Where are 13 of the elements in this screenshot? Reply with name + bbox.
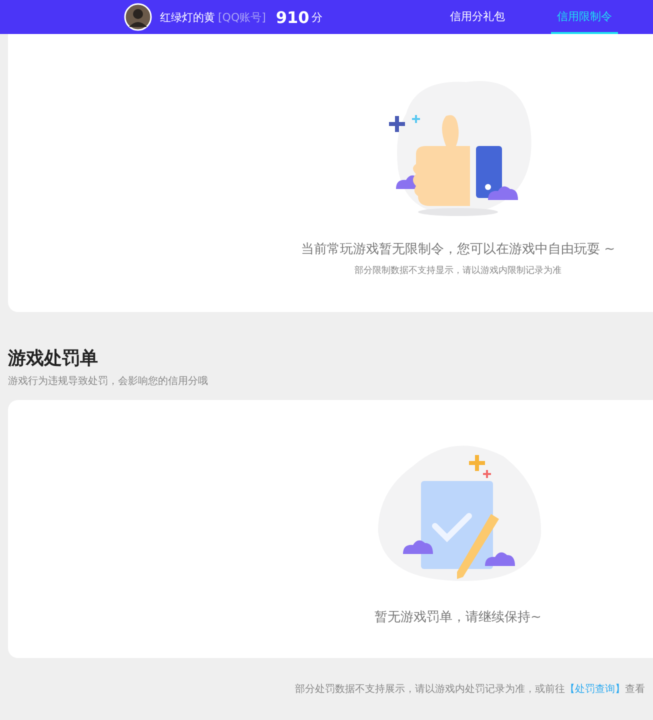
user-name: 红绿灯的黄 (160, 10, 215, 24)
empty-message: 当前常玩游戏暂无限制令，您可以在游戏中自由玩耍 ~ (300, 241, 616, 258)
account-tag: [QQ账号] (218, 10, 266, 24)
section-subtitle: 游戏行为违规导致处罚，会影响您的信用分哦 (8, 374, 209, 388)
score-unit: 分 (311, 10, 322, 24)
nav-tab[interactable]: 信用分礼包 (444, 0, 511, 34)
footer-note: 部分处罚数据不支持展示，请以游戏内处罚记录为准，或前往【处罚查询】查看 (294, 682, 645, 696)
empty-message: 暂无游戏罚单，请继续保持~ (374, 609, 542, 626)
penalty-query-link[interactable]: 【处罚查询】 (565, 684, 625, 695)
restriction-note: 部分限制数据不支持显示，请以游戏内限制记录为准 (354, 264, 562, 277)
section-title: 游戏处罚单 (8, 347, 99, 370)
avatar-icon[interactable] (124, 3, 152, 31)
credit-score: 910 (276, 8, 310, 26)
